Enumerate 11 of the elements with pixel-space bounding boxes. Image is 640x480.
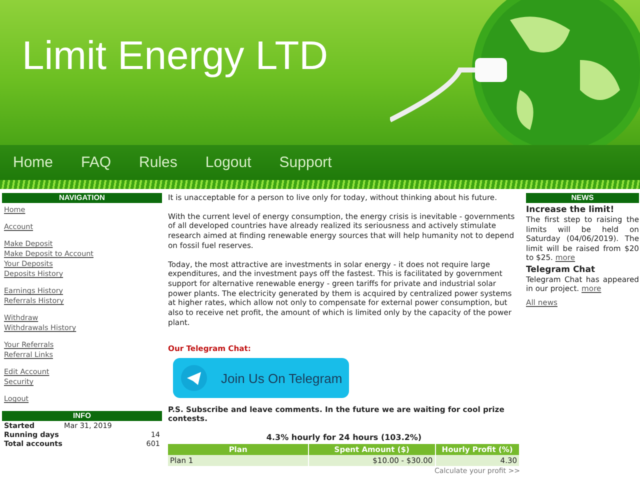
site-title: Limit Energy LTD: [21, 33, 328, 80]
telegram-button[interactable]: Join Us On Telegram: [173, 358, 349, 398]
news-title: Telegram Chat: [526, 264, 596, 274]
menu-link[interactable]: Logout: [205, 154, 252, 171]
menu-link[interactable]: FAQ: [81, 154, 112, 171]
menu-link[interactable]: Rules: [139, 154, 178, 171]
plan-title: 4.3% hourly for 24 hours (103.2%): [265, 433, 423, 442]
news-title: Increase the limit!: [526, 205, 616, 215]
menu-link[interactable]: Home: [13, 154, 54, 171]
menu-link[interactable]: Support: [279, 154, 332, 171]
paper-plane-icon: [181, 365, 207, 392]
